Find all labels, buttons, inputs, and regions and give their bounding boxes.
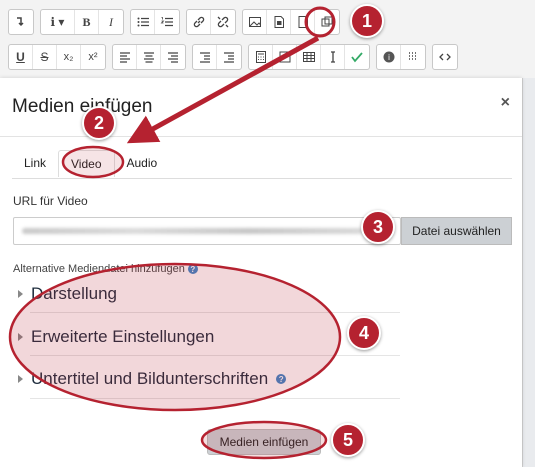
caret-right-icon — [18, 290, 23, 298]
help-icon[interactable]: ? — [187, 264, 198, 274]
step-badge-5: 5 — [331, 423, 365, 457]
step-badge-3: 3 — [361, 210, 395, 244]
toolbar-group — [432, 44, 458, 70]
calculator-icon[interactable] — [249, 45, 273, 69]
toolbar-group — [130, 9, 180, 35]
copy-icon[interactable] — [315, 10, 339, 34]
toolbar-group — [186, 9, 236, 35]
table-icon[interactable] — [297, 45, 321, 69]
divider — [30, 355, 400, 356]
section-display[interactable]: Darstellung — [18, 284, 117, 304]
help-icon[interactable]: ? — [276, 374, 287, 384]
tab-link[interactable]: Link — [12, 150, 58, 177]
align-right-icon[interactable] — [161, 45, 185, 69]
url-input[interactable] — [13, 217, 401, 245]
insert-media-button[interactable]: Medien einfügen — [207, 429, 321, 455]
align-center-icon[interactable] — [137, 45, 161, 69]
align-left-icon[interactable] — [113, 45, 137, 69]
section-subtitles-captions[interactable]: Untertitel und Bildunterschriften ? — [18, 369, 287, 389]
cursor-icon[interactable] — [321, 45, 345, 69]
section-label: Untertitel und Bildunterschriften — [31, 369, 269, 388]
bullet-list-icon[interactable] — [131, 10, 155, 34]
url-label: URL für Video — [13, 194, 88, 208]
divider — [30, 398, 400, 399]
blurred-url-text — [22, 228, 362, 234]
image-icon[interactable] — [243, 10, 267, 34]
toolbar-group: i — [376, 44, 426, 70]
editor-toolbar: ℹ ▾ B I U S x₂ x² i — [0, 0, 535, 79]
unlink-icon[interactable] — [211, 10, 235, 34]
tab-audio[interactable]: Audio — [115, 150, 170, 177]
toolbar-group — [242, 9, 340, 35]
italic-button[interactable]: I — [99, 10, 123, 34]
toggle-toolbar-icon[interactable] — [9, 10, 33, 34]
info-dropdown-icon[interactable]: ℹ ▾ — [41, 10, 75, 34]
caret-right-icon — [18, 375, 23, 383]
choose-file-button[interactable]: Datei auswählen — [401, 217, 512, 245]
accessibility-check-icon[interactable] — [345, 45, 369, 69]
toolbar-group — [112, 44, 186, 70]
strikethrough-button[interactable]: S — [33, 45, 57, 69]
subscript-button[interactable]: x₂ — [57, 45, 81, 69]
divider — [30, 312, 400, 313]
tab-video[interactable]: Video — [58, 150, 115, 177]
section-label: Erweiterte Einstellungen — [31, 327, 215, 346]
alt-label-text: Alternative Mediendatei hinzufügen — [13, 263, 185, 275]
numbered-list-icon[interactable] — [155, 10, 179, 34]
link-icon[interactable] — [187, 10, 211, 34]
toolbar-group — [8, 9, 34, 35]
bold-button[interactable]: B — [75, 10, 99, 34]
toolbar-group — [192, 44, 242, 70]
add-alternative-media-link[interactable]: Alternative Mediendatei hinzufügen ? — [13, 263, 198, 275]
step-badge-2: 2 — [82, 106, 116, 140]
toolbar-group: ℹ ▾ B I — [40, 9, 124, 35]
outdent-icon[interactable] — [193, 45, 217, 69]
close-icon[interactable]: × — [501, 94, 510, 112]
media-type-tabs: Link Video Audio — [12, 150, 169, 177]
toolbar-row-2: U S x₂ x² i — [8, 44, 458, 70]
help-icon[interactable]: i — [377, 45, 401, 69]
toolbar-group — [248, 44, 370, 70]
edit-icon[interactable] — [273, 45, 297, 69]
underline-button[interactable]: U — [9, 45, 33, 69]
step-badge-4: 4 — [347, 316, 381, 350]
html-source-icon[interactable] — [433, 45, 457, 69]
section-advanced-settings[interactable]: Erweiterte Einstellungen — [18, 327, 214, 347]
media-icon[interactable] — [267, 10, 291, 34]
toolbar-row-1: ℹ ▾ B I — [8, 9, 340, 35]
scrollbar-strip — [522, 78, 535, 467]
grid-icon[interactable] — [401, 45, 425, 69]
superscript-button[interactable]: x² — [81, 45, 105, 69]
section-label: Darstellung — [31, 284, 117, 303]
indent-icon[interactable] — [217, 45, 241, 69]
caret-right-icon — [18, 333, 23, 341]
insert-media-dialog: Medien einfügen × Link Video Audio URL f… — [0, 78, 522, 467]
divider — [12, 178, 512, 179]
step-badge-1: 1 — [350, 4, 384, 38]
svg-text:i: i — [388, 53, 390, 62]
divider — [0, 136, 522, 137]
manage-files-icon[interactable] — [291, 10, 315, 34]
toolbar-group: U S x₂ x² — [8, 44, 106, 70]
dialog-title: Medien einfügen — [12, 96, 153, 117]
